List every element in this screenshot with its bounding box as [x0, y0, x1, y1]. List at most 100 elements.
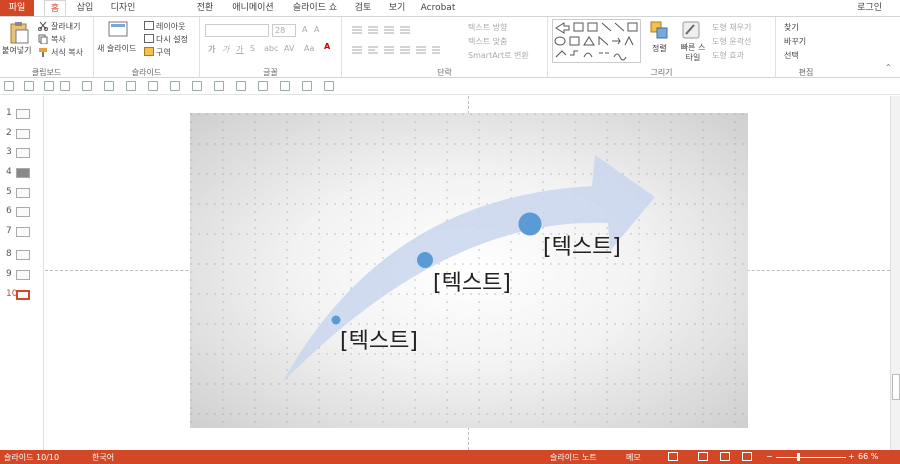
toolbar-icon[interactable]	[104, 81, 114, 91]
zoom-in-button[interactable]: +	[848, 452, 855, 461]
slideshow-view-icon[interactable]	[742, 452, 752, 461]
select-button[interactable]: 선택	[784, 50, 799, 61]
slide-thumbnail[interactable]: 4	[0, 164, 44, 184]
tab-design[interactable]: 디자인	[106, 0, 140, 16]
tab-slideshow[interactable]: 슬라이드 쇼	[285, 0, 345, 16]
paste-icon	[10, 22, 29, 44]
toolbar-icon[interactable]	[148, 81, 158, 91]
shape-fill-button[interactable]: 도형 채우기	[712, 22, 751, 33]
new-slide-button[interactable]: 새 슬라이드	[97, 43, 136, 54]
ribbon: 붙여넣기 잘라내기 복사 서식 복사 클립보드 새 슬라이드 레이아웃 다시 설…	[0, 16, 900, 79]
paste-button[interactable]: 붙여넣기	[2, 45, 31, 56]
font-size-box[interactable]: 28	[272, 24, 296, 37]
slide-thumbnail[interactable]: 5	[0, 184, 44, 204]
point-large	[518, 212, 542, 236]
zoom-slider-thumb[interactable]	[797, 453, 800, 461]
login-link[interactable]: 로그인	[857, 0, 882, 16]
slide-thumbnail-selected[interactable]: 10	[0, 286, 44, 306]
find-button[interactable]: 찾기	[784, 22, 799, 33]
smartart-button[interactable]: SmartArt로 변환	[468, 50, 529, 61]
paragraph-tools-icon	[352, 26, 440, 54]
language-indicator[interactable]: 한국어	[92, 452, 114, 463]
placeholder-text[interactable]: [텍스트]	[433, 265, 511, 297]
slide[interactable]: [텍스트] [텍스트] [텍스트]	[190, 113, 748, 428]
toolbar-icon[interactable]	[82, 81, 92, 91]
normal-view-icon[interactable]	[668, 452, 678, 461]
slide-counter: 슬라이드 10/10	[4, 453, 60, 462]
toolbar-icon[interactable]	[192, 81, 202, 91]
copy-button[interactable]: 복사	[51, 34, 66, 45]
align-text-button[interactable]: 텍스트 맞춤	[468, 36, 507, 47]
tab-view[interactable]: 보기	[384, 0, 410, 16]
toolbar-icon[interactable]	[214, 81, 224, 91]
zoom-slider[interactable]	[776, 457, 846, 458]
scrollbar-thumb[interactable]	[892, 374, 900, 400]
placeholder-text[interactable]: [텍스트]	[543, 229, 621, 261]
notes-button[interactable]: 슬라이드 노트	[550, 452, 597, 463]
slide-thumbnail[interactable]: 2	[0, 125, 44, 145]
group-label-slides: 슬라이드	[131, 68, 162, 77]
format-painter-button[interactable]: 서식 복사	[51, 47, 83, 58]
slide-thumbnail[interactable]: 6	[0, 203, 44, 223]
group-editing: 찾기 바꾸기 선택 편집	[776, 17, 836, 79]
font-color-icon[interactable]: A	[324, 42, 330, 51]
placeholder-text[interactable]: [텍스트]	[340, 323, 418, 355]
tab-home[interactable]: 홈	[44, 0, 66, 16]
arrange-icon	[650, 21, 668, 39]
collapse-ribbon-icon[interactable]: ⌃	[885, 63, 892, 72]
layout-button[interactable]: 레이아웃	[156, 21, 185, 32]
tab-insert[interactable]: 삽입	[72, 0, 98, 16]
quick-styles-icon	[682, 21, 700, 39]
tab-acrobat[interactable]: Acrobat	[418, 0, 458, 16]
tab-file[interactable]: 파일	[0, 0, 34, 16]
reading-view-icon[interactable]	[720, 452, 730, 461]
italic-button[interactable]: 가	[222, 44, 229, 55]
slide-thumbnail[interactable]: 7	[0, 223, 44, 243]
vertical-scrollbar[interactable]	[890, 96, 900, 450]
cut-icon	[38, 21, 48, 31]
slide-thumbnail[interactable]: 9	[0, 266, 44, 286]
font-name-box[interactable]	[205, 24, 269, 37]
toolbar-icon[interactable]	[24, 81, 34, 91]
reset-button[interactable]: 다시 설정	[156, 34, 188, 45]
arrange-button[interactable]: 정렬	[652, 43, 667, 54]
bold-button[interactable]: 가	[208, 44, 215, 55]
toolbar-icon[interactable]	[302, 81, 312, 91]
change-case-button[interactable]: Aa	[304, 44, 314, 53]
slide-thumbnail[interactable]: 8	[0, 246, 44, 266]
slide-sorter-icon[interactable]	[698, 452, 708, 461]
zoom-level[interactable]: 66 %	[858, 452, 878, 461]
cut-button[interactable]: 잘라내기	[51, 21, 80, 32]
zoom-out-button[interactable]: −	[766, 452, 773, 461]
slide-thumbnail[interactable]: 1	[0, 105, 44, 125]
star-icon[interactable]	[324, 81, 334, 91]
section-button[interactable]: 구역	[156, 47, 171, 58]
tab-transitions[interactable]: 전환	[190, 0, 220, 16]
shape-outline-button[interactable]: 도형 윤곽선	[712, 36, 751, 47]
toolbar-icon[interactable]	[258, 81, 268, 91]
shape-effects-button[interactable]: 도형 효과	[712, 50, 744, 61]
toolbar-icon[interactable]	[170, 81, 180, 91]
toolbar-icon[interactable]	[60, 81, 70, 91]
tab-animations[interactable]: 애니메이션	[228, 0, 278, 16]
toolbar-icon[interactable]	[126, 81, 136, 91]
tab-review[interactable]: 검토	[350, 0, 376, 16]
group-label-drawing: 그리기	[650, 68, 673, 77]
toolbar-icon[interactable]	[4, 81, 14, 91]
shrink-font-button[interactable]: A	[314, 25, 319, 34]
comments-button[interactable]: 메모	[626, 452, 641, 463]
shapes-gallery-icon[interactable]	[552, 19, 644, 63]
text-direction-button[interactable]: 텍스트 방향	[468, 22, 507, 33]
grow-font-button[interactable]: A	[302, 25, 307, 34]
quick-styles-button[interactable]: 빠른 스타일	[678, 43, 708, 63]
layout-icon	[144, 21, 154, 30]
toolbar-icon[interactable]	[280, 81, 290, 91]
slide-thumbnail[interactable]: 3	[0, 144, 44, 164]
replace-button[interactable]: 바꾸기	[784, 36, 806, 47]
group-clipboard: 붙여넣기 잘라내기 복사 서식 복사 클립보드	[0, 17, 94, 79]
secondary-toolbar	[0, 78, 900, 95]
toolbar-icon[interactable]	[44, 81, 54, 91]
point-medium	[417, 252, 433, 268]
toolbar-icon[interactable]	[236, 81, 246, 91]
group-label-paragraph: 단락	[437, 68, 452, 77]
